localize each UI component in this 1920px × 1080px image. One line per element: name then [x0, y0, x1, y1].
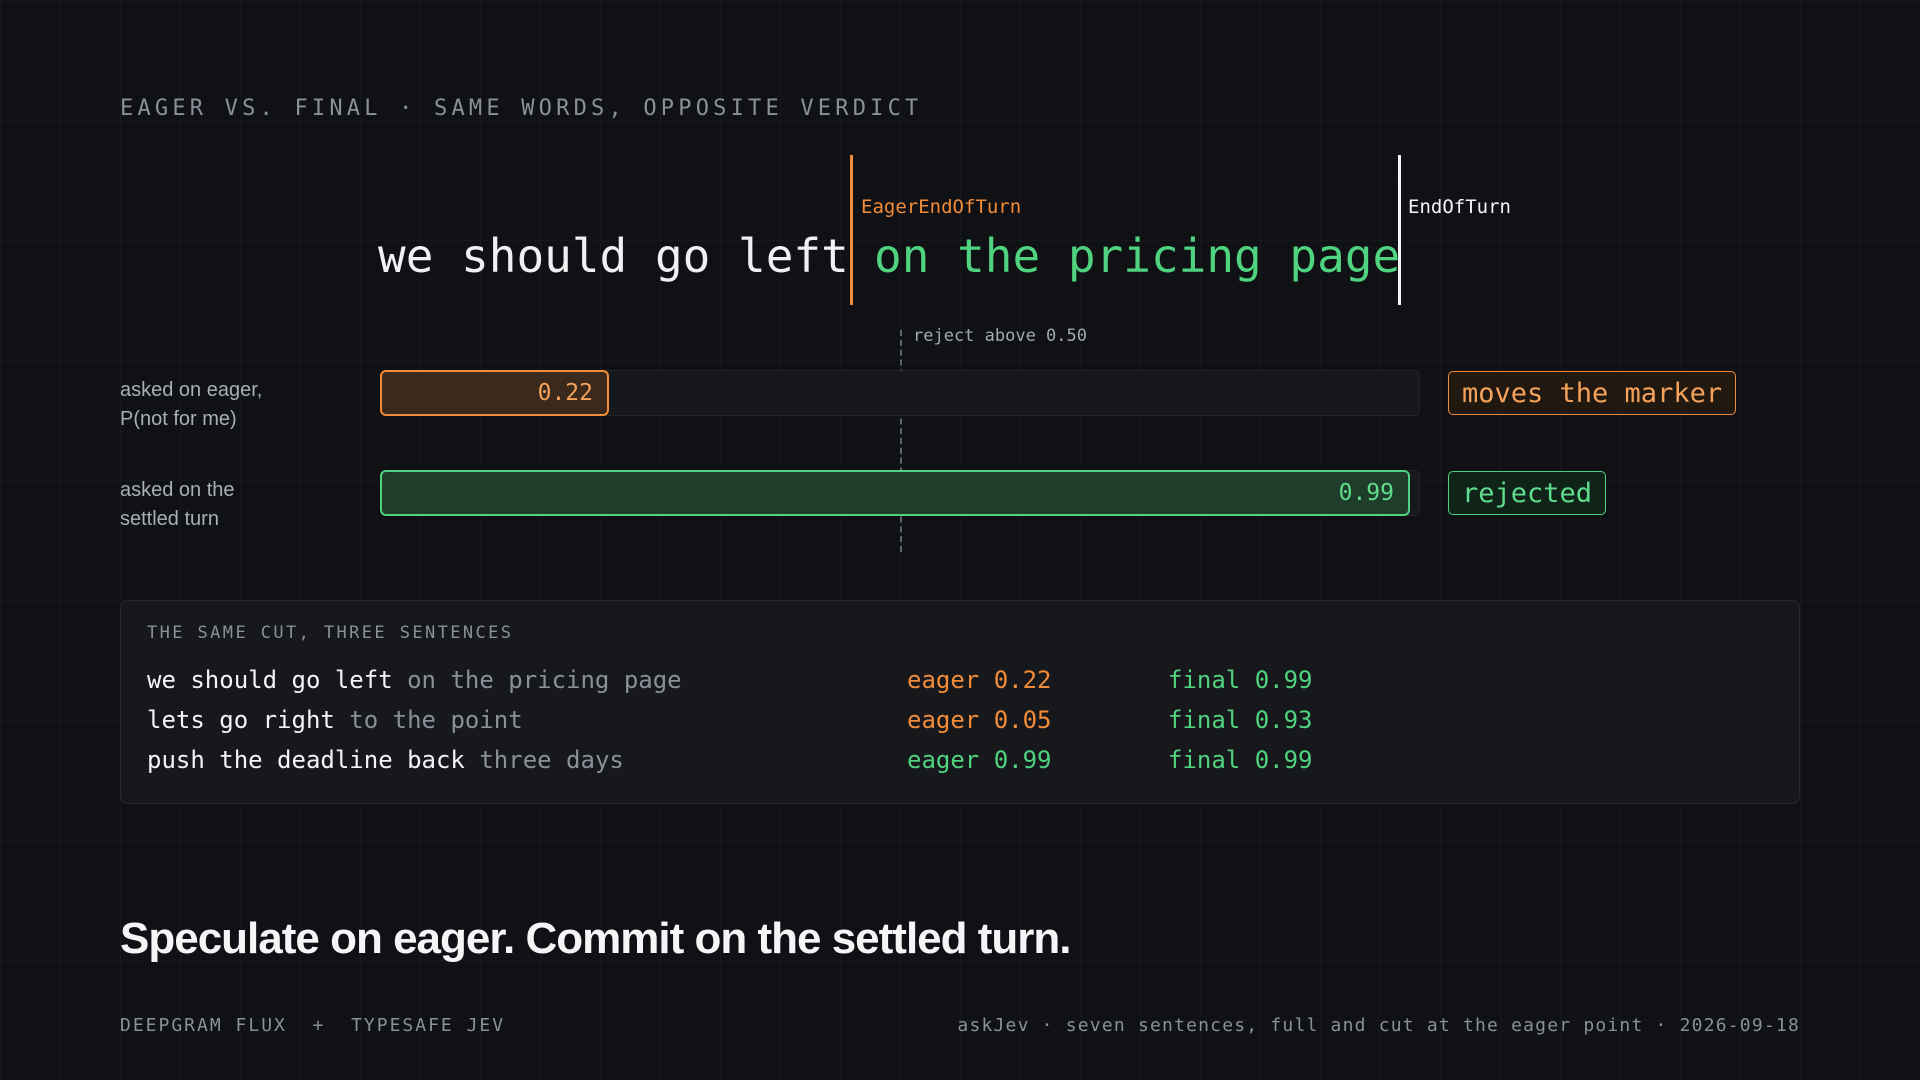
- eager-verdict-badge: moves the marker: [1448, 371, 1737, 415]
- final-score-value: 0.99: [1338, 480, 1394, 506]
- row-eager-score: eager 0.05: [907, 706, 1052, 734]
- eager-end-of-turn-marker: [850, 155, 853, 305]
- table-row: push the deadline back three days eager …: [147, 746, 1767, 782]
- row-spoken-text: push the deadline back: [147, 746, 465, 774]
- eager-row-label-line2: P(not for me): [120, 408, 237, 430]
- eager-score-bar: 0.22: [380, 370, 609, 416]
- row-final-score: final 0.93: [1168, 706, 1313, 734]
- final-verdict-badge: rejected: [1448, 471, 1607, 515]
- eager-row-label-line1: asked on eager,: [120, 379, 263, 401]
- eager-score-value: 0.22: [537, 380, 593, 406]
- tagline: Speculate on eager. Commit on the settle…: [120, 914, 1071, 963]
- comparison-card: THE SAME CUT, THREE SENTENCES we should …: [120, 600, 1800, 804]
- final-row-label-line1: asked on the: [120, 479, 235, 501]
- eager-row-label: asked on eager, P(not for me): [120, 376, 262, 434]
- final-row-label: asked on the settled turn: [120, 476, 235, 534]
- slide: { "heading": "EAGER VS. FINAL · SAME WOR…: [0, 0, 1920, 1080]
- eager-end-of-turn-label: EagerEndOfTurn: [861, 196, 1022, 218]
- table-row: lets go right to the point eager 0.05 fi…: [147, 706, 1767, 742]
- end-of-turn-marker: [1398, 155, 1401, 305]
- row-eager-score: eager 0.99: [907, 746, 1052, 774]
- row-remaining-text: on the pricing page: [407, 666, 682, 694]
- row-remaining-text: to the point: [349, 706, 523, 734]
- reject-threshold-line: [900, 330, 902, 552]
- sentence-spoken-part: we should go left: [378, 229, 849, 283]
- row-spoken-text: we should go left: [147, 666, 393, 694]
- table-row: we should go left on the pricing page ea…: [147, 666, 1767, 702]
- sentence-remaining-part: on the pricing page: [874, 229, 1401, 283]
- row-eager-score: eager 0.22: [907, 666, 1052, 694]
- footer-source-note: askJev · seven sentences, full and cut a…: [957, 1015, 1800, 1036]
- end-of-turn-label: EndOfTurn: [1408, 196, 1511, 218]
- footer-credits: DEEPGRAM FLUX + TYPESAFE JEV: [120, 1015, 506, 1036]
- row-final-score: final 0.99: [1168, 746, 1313, 774]
- reject-threshold-label: reject above 0.50: [913, 326, 1087, 346]
- comparison-card-title: THE SAME CUT, THREE SENTENCES: [147, 623, 514, 643]
- final-row-label-line2: settled turn: [120, 508, 219, 530]
- row-remaining-text: three days: [479, 746, 624, 774]
- row-final-score: final 0.99: [1168, 666, 1313, 694]
- row-spoken-text: lets go right: [147, 706, 335, 734]
- final-score-bar: 0.99: [380, 470, 1410, 516]
- slide-heading: EAGER VS. FINAL · SAME WORDS, OPPOSITE V…: [120, 96, 923, 121]
